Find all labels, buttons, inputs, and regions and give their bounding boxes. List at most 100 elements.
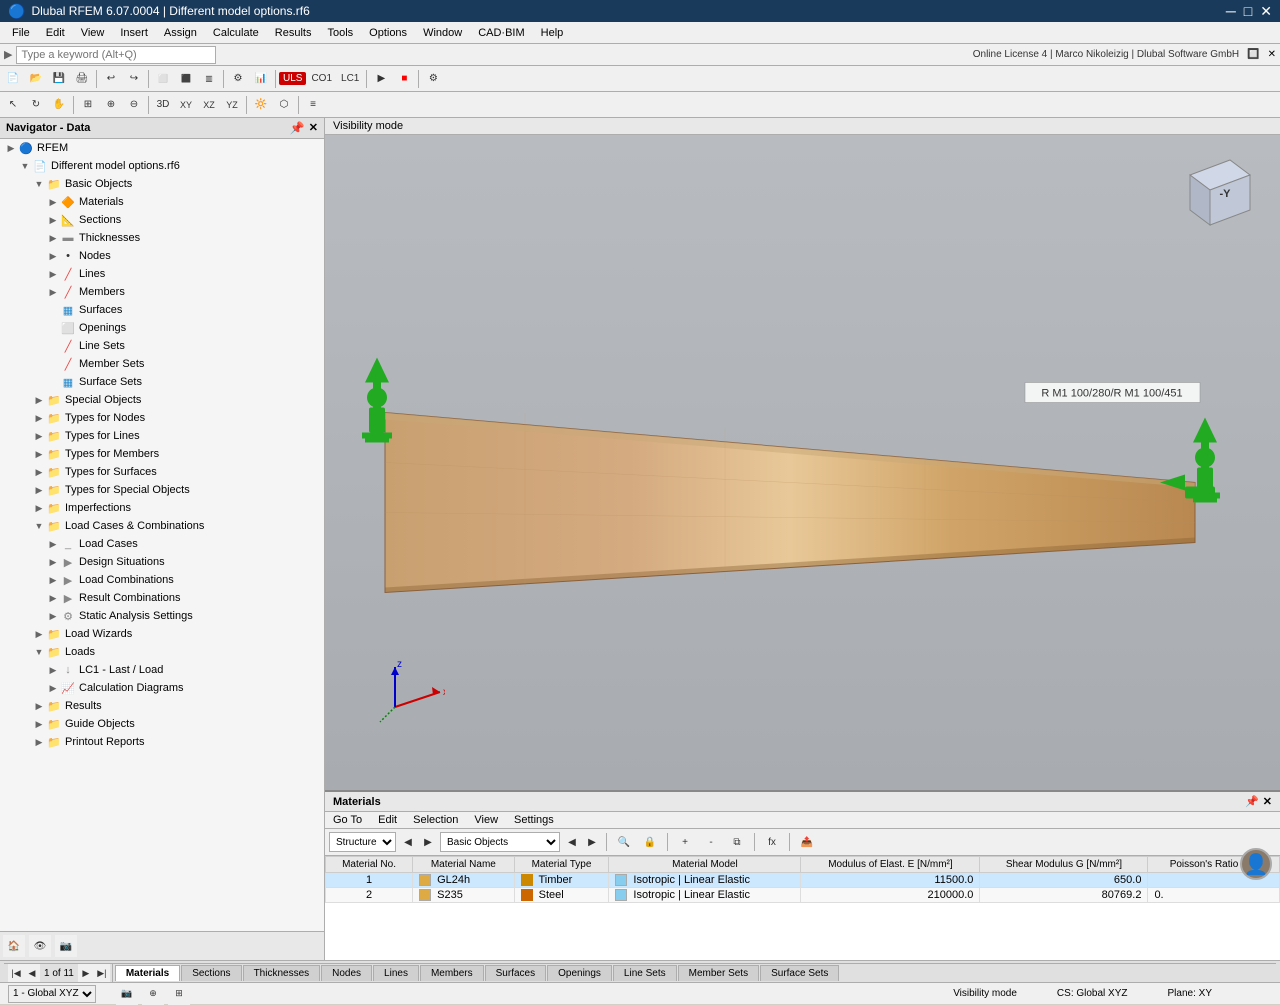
redo-btn[interactable]: ↪	[123, 68, 145, 90]
more-btn[interactable]: ▶	[370, 68, 392, 90]
tree-item-lc1-loads[interactable]: ▶ ↓ LC1 - Last / Load	[0, 661, 324, 679]
menu-item-results[interactable]: Results	[267, 25, 320, 41]
view-xy-btn[interactable]: XY	[175, 94, 197, 116]
coord-system-select[interactable]: 1 - Global XYZ	[8, 985, 96, 1003]
tree-item-rfem[interactable]: ▶ 🔵 RFEM	[0, 139, 324, 157]
prev-btn[interactable]: ◀	[400, 831, 416, 853]
search-input[interactable]	[16, 46, 216, 64]
lock-btn[interactable]: 🔒	[639, 831, 661, 853]
zoom-in-btn[interactable]: ⊕	[100, 94, 122, 116]
menu-item-edit[interactable]: Edit	[38, 25, 73, 41]
zoom-out-btn[interactable]: ⊖	[123, 94, 145, 116]
tab-lines[interactable]: Lines	[373, 965, 419, 981]
tree-item-openings[interactable]: ⬜ Openings	[0, 319, 324, 337]
result-btn[interactable]: 📊	[250, 68, 272, 90]
render-btn[interactable]: 🔆	[250, 94, 272, 116]
tree-item-result-combinations[interactable]: ▶ ▶ Result Combinations	[0, 589, 324, 607]
calc-btn[interactable]: ⚙	[227, 68, 249, 90]
next2-btn[interactable]: ▶	[584, 831, 600, 853]
close-panel-icon[interactable]: ✕	[1268, 49, 1276, 60]
tree-item-model[interactable]: ▼ 📄 Different model options.rf6	[0, 157, 324, 175]
structure-dropdown[interactable]: Structure	[329, 832, 396, 852]
view-canvas[interactable]: R M1 100/280/R M1 100/451	[325, 135, 1280, 790]
copy-btn[interactable]: ⧉	[726, 831, 748, 853]
minimize-panel-icon[interactable]: 🔲	[1247, 49, 1259, 60]
tab-surface-sets[interactable]: Surface Sets	[760, 965, 839, 981]
formula-btn[interactable]: fx	[761, 831, 783, 853]
selection-menu[interactable]: Selection	[405, 812, 466, 828]
export-btn[interactable]: 📤	[796, 831, 818, 853]
goto-menu[interactable]: Go To	[325, 812, 370, 828]
menu-item-view[interactable]: View	[73, 25, 113, 41]
tab-members[interactable]: Members	[420, 965, 484, 981]
tab-prev-btn[interactable]: ◀	[24, 964, 40, 982]
tab-line-sets[interactable]: Line Sets	[613, 965, 677, 981]
tab-next-btn[interactable]: ▶	[78, 964, 94, 982]
cell-name2[interactable]: S235	[413, 888, 515, 903]
nav-eye-btn[interactable]: 👁	[29, 935, 51, 957]
tree-item-surface-sets[interactable]: ▦ Surface Sets	[0, 373, 324, 391]
menu-item-window[interactable]: Window	[415, 25, 470, 41]
delete-row-btn[interactable]: -	[700, 831, 722, 853]
menu-item-calculate[interactable]: Calculate	[205, 25, 267, 41]
settings-btn[interactable]: ⚙	[422, 68, 444, 90]
tree-item-members[interactable]: ▶ ╱ Members	[0, 283, 324, 301]
menu-item-assign[interactable]: Assign	[156, 25, 205, 41]
print-btn[interactable]: 🖨	[71, 68, 93, 90]
view-btn1[interactable]: ⬜	[152, 68, 174, 90]
tab-sections[interactable]: Sections	[181, 965, 241, 981]
tree-item-surfaces[interactable]: ▦ Surfaces	[0, 301, 324, 319]
grid-btn[interactable]: ⊞	[168, 983, 190, 1005]
new-btn[interactable]: 📄	[2, 68, 24, 90]
tree-item-special[interactable]: ▶ 📁 Special Objects	[0, 391, 324, 409]
nav-pin-icon[interactable]: 📌	[290, 121, 305, 135]
pan-btn[interactable]: ✋	[48, 94, 70, 116]
tree-item-types-surfaces[interactable]: ▶ 📁 Types for Surfaces	[0, 463, 324, 481]
menu-item-insert[interactable]: Insert	[112, 25, 156, 41]
tree-item-lines[interactable]: ▶ ╱ Lines	[0, 265, 324, 283]
tab-nodes[interactable]: Nodes	[321, 965, 372, 981]
tab-last-btn[interactable]: ▶|	[94, 964, 110, 982]
tree-item-design-situations[interactable]: ▶ ▶ Design Situations	[0, 553, 324, 571]
nav-close-icon[interactable]: ✕	[309, 121, 318, 135]
stop-btn[interactable]: ■	[393, 68, 415, 90]
tree-item-static-analysis[interactable]: ▶ ⚙ Static Analysis Settings	[0, 607, 324, 625]
add-row-btn[interactable]: +	[674, 831, 696, 853]
tab-member-sets[interactable]: Member Sets	[678, 965, 759, 981]
wire-btn[interactable]: ⬡	[273, 94, 295, 116]
tree-item-sections[interactable]: ▶ 📐 Sections	[0, 211, 324, 229]
menu-item-tools[interactable]: Tools	[319, 25, 361, 41]
next-btn[interactable]: ▶	[420, 831, 436, 853]
tree-item-printout[interactable]: ▶ 📁 Printout Reports	[0, 733, 324, 751]
menu-item-options[interactable]: Options	[361, 25, 415, 41]
tree-item-basic[interactable]: ▼ 📁 Basic Objects	[0, 175, 324, 193]
close-button[interactable]: ✕	[1260, 3, 1272, 20]
cell-name[interactable]: GL24h	[413, 873, 515, 888]
view-btn3[interactable]: ▥	[198, 68, 220, 90]
panel-pin-icon[interactable]: 📌	[1245, 795, 1259, 808]
tree-item-materials[interactable]: ▶ 🔶 Materials	[0, 193, 324, 211]
tree-item-load-combinations[interactable]: ▶ ▶ Load Combinations	[0, 571, 324, 589]
undo-btn[interactable]: ↩	[100, 68, 122, 90]
minimize-button[interactable]: ─	[1226, 3, 1236, 20]
tab-thicknesses[interactable]: Thicknesses	[243, 965, 321, 981]
menu-item-help[interactable]: Help	[533, 25, 572, 41]
tree-item-line-sets[interactable]: ╱ Line Sets	[0, 337, 324, 355]
maximize-button[interactable]: □	[1244, 3, 1252, 20]
view-menu[interactable]: View	[466, 812, 506, 828]
basic-objects-dropdown[interactable]: Basic Objects	[440, 832, 560, 852]
view-yz-btn[interactable]: YZ	[221, 94, 243, 116]
zoom-fit-btn[interactable]: ⊞	[77, 94, 99, 116]
select-btn[interactable]: ↖	[2, 94, 24, 116]
layer-btn[interactable]: ≡	[302, 94, 324, 116]
tree-item-loads[interactable]: ▼ 📁 Loads	[0, 643, 324, 661]
settings-menu[interactable]: Settings	[506, 812, 562, 828]
tree-item-member-sets[interactable]: ╱ Member Sets	[0, 355, 324, 373]
tab-openings[interactable]: Openings	[547, 965, 612, 981]
nav-camera-btn[interactable]: 📷	[55, 935, 77, 957]
open-btn[interactable]: 📂	[25, 68, 47, 90]
save-btn[interactable]: 💾	[48, 68, 70, 90]
view-3d-btn[interactable]: 3D	[152, 94, 174, 116]
tab-surfaces[interactable]: Surfaces	[485, 965, 546, 981]
menu-item-file[interactable]: File	[4, 25, 38, 41]
